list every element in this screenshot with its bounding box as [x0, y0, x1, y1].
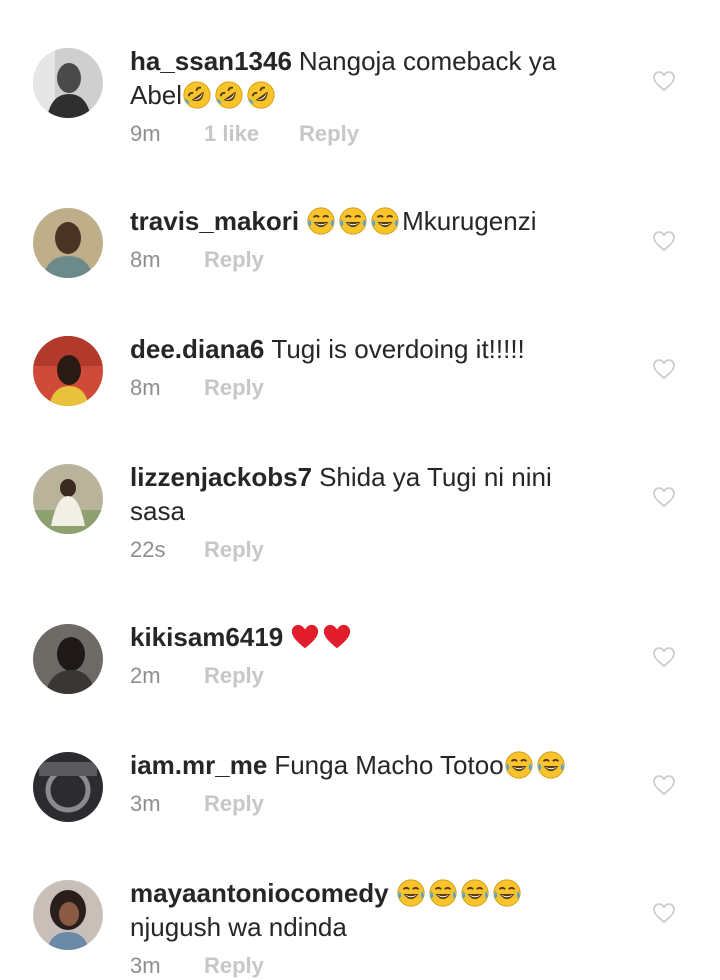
red-heart-icon — [290, 622, 320, 652]
reply-button[interactable]: Reply — [204, 790, 264, 818]
comment-message: Funga Macho Totoo — [274, 750, 504, 780]
comment-text: lizzenjackobs7 Shida ya Tugi ni nini sasa — [130, 460, 610, 528]
rolling-laughing-icon — [246, 80, 276, 110]
avatar[interactable] — [33, 464, 103, 534]
username[interactable]: travis_makori — [130, 206, 299, 236]
comment-text: mayaantoniocomedy njugush wa ndinda — [130, 876, 610, 944]
comment-text: ha_ssan1346 Nangoja comeback ya Abel — [130, 44, 610, 112]
avatar[interactable] — [33, 624, 103, 694]
comment-time: 8m — [130, 247, 161, 272]
reply-button[interactable]: Reply — [204, 662, 264, 690]
username[interactable]: iam.mr_me — [130, 750, 267, 780]
reply-button[interactable]: Reply — [299, 120, 359, 148]
comment-text: dee.diana6 Tugi is overdoing it!!!!! — [130, 332, 610, 366]
heart-outline-icon[interactable] — [652, 230, 676, 252]
comment-message: Mkurugenzi — [402, 206, 537, 236]
heart-outline-icon[interactable] — [652, 646, 676, 668]
username[interactable]: mayaantoniocomedy — [130, 878, 389, 908]
heart-outline-icon[interactable] — [652, 486, 676, 508]
like-count[interactable]: 1 like — [204, 120, 259, 148]
heart-outline-icon[interactable] — [652, 902, 676, 924]
comment-text: kikisam6419 — [130, 620, 610, 654]
comment-time: 8m — [130, 375, 161, 400]
red-heart-icon — [322, 622, 352, 652]
tears-of-joy-icon — [536, 750, 566, 780]
tears-of-joy-icon — [504, 750, 534, 780]
comment-time: 9m — [130, 121, 161, 146]
tears-of-joy-icon — [396, 878, 426, 908]
avatar[interactable] — [33, 752, 103, 822]
comment-time: 3m — [130, 791, 161, 816]
username[interactable]: ha_ssan1346 — [130, 46, 292, 76]
reply-button[interactable]: Reply — [204, 536, 264, 564]
tears-of-joy-icon — [428, 878, 458, 908]
heart-outline-icon[interactable] — [652, 774, 676, 796]
reply-button[interactable]: Reply — [204, 246, 264, 274]
username[interactable]: dee.diana6 — [130, 334, 264, 364]
tears-of-joy-icon — [460, 878, 490, 908]
comment-time: 3m — [130, 953, 161, 978]
tears-of-joy-icon — [370, 206, 400, 236]
username[interactable]: lizzenjackobs7 — [130, 462, 312, 492]
heart-outline-icon[interactable] — [652, 358, 676, 380]
avatar[interactable] — [33, 208, 103, 278]
comment-time: 22s — [130, 537, 166, 562]
comment-text: iam.mr_me Funga Macho Totoo — [130, 748, 610, 782]
comment-message: njugush wa ndinda — [130, 912, 347, 942]
reply-button[interactable]: Reply — [204, 374, 264, 402]
tears-of-joy-icon — [306, 206, 336, 236]
username[interactable]: kikisam6419 — [130, 622, 283, 652]
reply-button[interactable]: Reply — [204, 952, 264, 980]
rolling-laughing-icon — [182, 80, 212, 110]
comment-message: Tugi is overdoing it!!!!! — [271, 334, 525, 364]
tears-of-joy-icon — [492, 878, 522, 908]
rolling-laughing-icon — [214, 80, 244, 110]
heart-outline-icon[interactable] — [652, 70, 676, 92]
comment-time: 2m — [130, 663, 161, 688]
avatar[interactable] — [33, 336, 103, 406]
comment-text: travis_makori Mkurugenzi — [130, 204, 610, 238]
tears-of-joy-icon — [338, 206, 368, 236]
avatar[interactable] — [33, 48, 103, 118]
avatar[interactable] — [33, 880, 103, 950]
